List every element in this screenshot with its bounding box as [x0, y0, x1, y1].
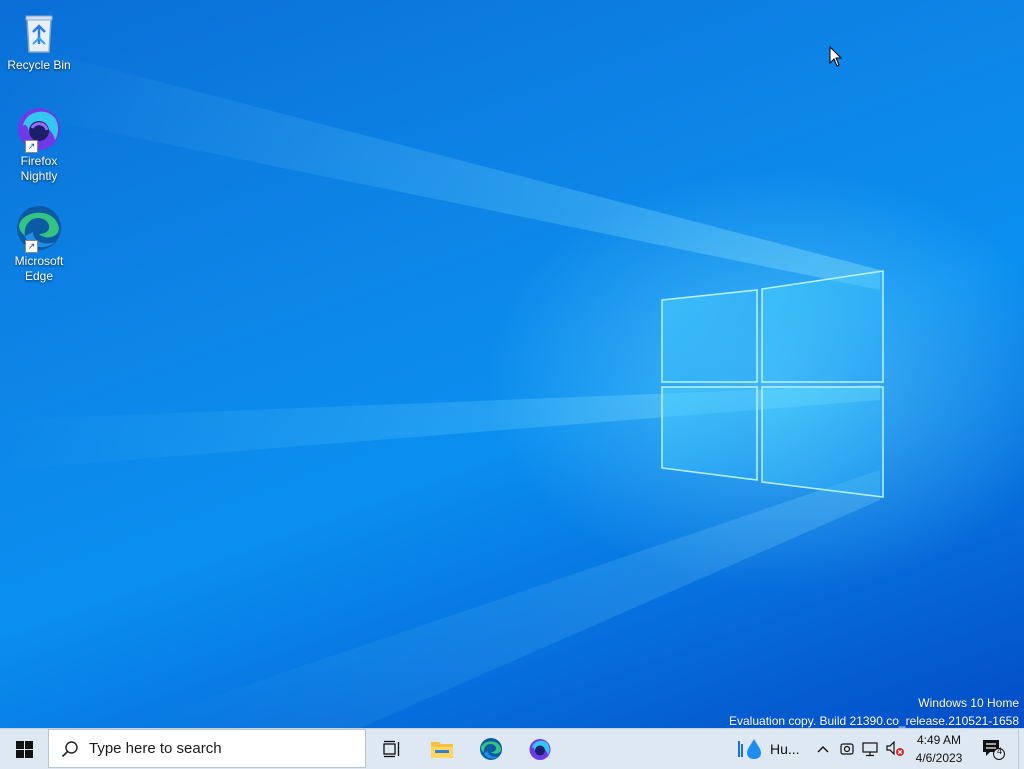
folder-icon [431, 742, 453, 758]
microsoft-edge-icon [480, 738, 502, 760]
windows-logo-wallpaper [661, 270, 884, 498]
task-view-icon [383, 740, 400, 758]
tray-network[interactable] [860, 729, 882, 769]
desktop-icon-label: Firefox Nightly [20, 154, 58, 183]
evaluation-watermark: Windows 10 Home Evaluation copy. Build 2… [729, 694, 1019, 728]
taskbar-clock[interactable]: 4:49 AM 4/6/2023 [908, 731, 970, 767]
desktop-icon-recycle-bin[interactable]: Recycle Bin [4, 8, 74, 73]
tray-meet-now[interactable] [836, 729, 858, 769]
mouse-pointer-icon [829, 46, 843, 67]
wallpaper-light-beams [0, 40, 884, 728]
clock-time: 4:49 AM [916, 733, 962, 747]
firefox-nightly-icon [529, 739, 551, 760]
desktop-icon-firefox-nightly[interactable]: ↗ Firefox Nightly [4, 104, 74, 184]
show-hidden-icons-button[interactable] [812, 729, 834, 769]
desktop-icon-label: Microsoft Edge [14, 254, 64, 283]
taskbar: Type here to search Hu... 4:49 AM 4/6/20… [0, 728, 1024, 769]
desktop[interactable]: Recycle Bin ↗ Firefox Nightly ↗ Microsof… [0, 0, 1024, 728]
search-placeholder: Type here to search [89, 740, 222, 757]
humidity-icon [738, 739, 761, 759]
search-icon [61, 740, 78, 757]
chevron-up-icon [817, 746, 829, 753]
weather-widget[interactable]: Hu... [736, 729, 806, 769]
desktop-icon-microsoft-edge[interactable]: ↗ Microsoft Edge [4, 204, 74, 284]
taskbar-firefox-nightly[interactable] [518, 729, 562, 769]
action-center-button[interactable]: 4 [978, 729, 1008, 769]
start-button[interactable] [0, 729, 48, 769]
windows-start-icon [15, 740, 33, 758]
clock-date: 4/6/2023 [915, 751, 963, 765]
network-icon [862, 742, 878, 757]
task-view-button[interactable] [370, 729, 414, 769]
weather-text: Hu... [770, 741, 800, 757]
shortcut-arrow-icon: ↗ [25, 140, 38, 153]
taskbar-search-box[interactable]: Type here to search [48, 729, 366, 768]
desktop-icon-label: Recycle Bin [7, 58, 71, 72]
notification-count-badge: 4 [997, 746, 1003, 756]
taskbar-microsoft-edge[interactable] [469, 729, 513, 769]
camera-icon [840, 743, 854, 755]
show-desktop-button[interactable] [1018, 729, 1024, 769]
volume-muted-icon [886, 741, 904, 756]
taskbar-file-explorer[interactable] [420, 729, 464, 769]
recycle-bin-icon [15, 8, 63, 56]
shortcut-arrow-icon: ↗ [25, 240, 38, 253]
watermark-edition: Windows 10 Home [918, 696, 1019, 710]
tray-volume[interactable] [884, 729, 906, 769]
watermark-build: Evaluation copy. Build 21390.co_release.… [729, 714, 1019, 728]
microsoft-edge-icon: ↗ [15, 204, 63, 253]
firefox-nightly-icon: ↗ [15, 104, 63, 153]
